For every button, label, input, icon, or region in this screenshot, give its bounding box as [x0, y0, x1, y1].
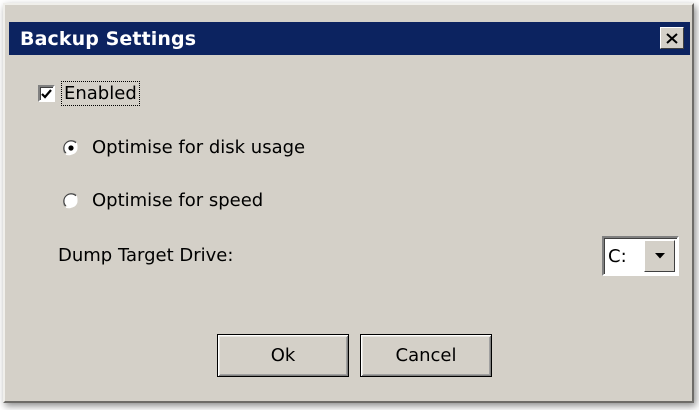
- radio-unselected-icon[interactable]: [62, 192, 80, 210]
- enabled-label: Enabled: [61, 81, 140, 106]
- radio-selected-icon[interactable]: [62, 139, 80, 157]
- ok-button[interactable]: Ok: [217, 334, 349, 377]
- radio-disk-usage[interactable]: Optimise for disk usage: [62, 137, 305, 158]
- enabled-checkbox-row[interactable]: Enabled: [38, 81, 140, 106]
- title-bar[interactable]: Backup Settings: [9, 22, 690, 55]
- window-title: Backup Settings: [20, 28, 197, 50]
- drive-select-arrow-button[interactable]: [644, 240, 675, 272]
- close-button[interactable]: [660, 27, 684, 49]
- radio-disk-usage-label: Optimise for disk usage: [92, 137, 306, 158]
- enabled-checkbox[interactable]: [38, 85, 55, 102]
- dump-target-label: Dump Target Drive:: [58, 245, 234, 266]
- chevron-down-icon: [654, 253, 665, 259]
- radio-speed-label: Optimise for speed: [92, 190, 264, 211]
- radio-speed[interactable]: Optimise for speed: [62, 190, 263, 211]
- checkmark-icon: [41, 88, 52, 99]
- drive-select-value: C:: [608, 246, 627, 267]
- close-icon: [666, 32, 678, 44]
- cancel-button[interactable]: Cancel: [360, 334, 492, 377]
- drive-select[interactable]: C:: [602, 236, 679, 276]
